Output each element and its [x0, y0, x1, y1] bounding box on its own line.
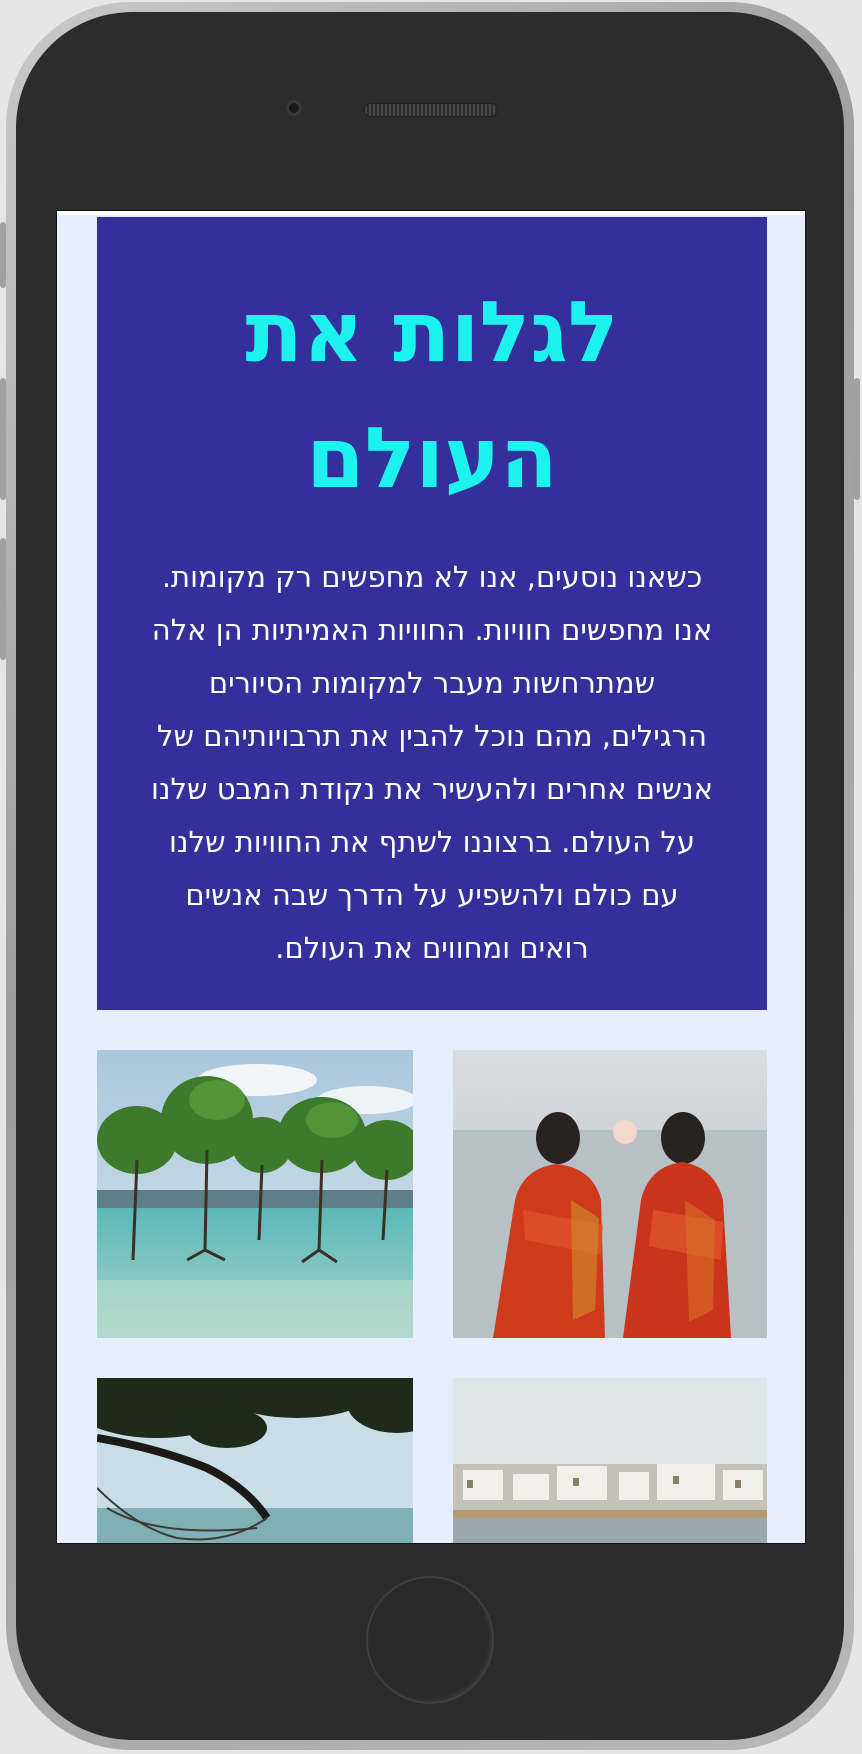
front-camera	[286, 100, 302, 116]
power-button	[854, 378, 860, 500]
photo-women-sunset[interactable]	[453, 1050, 767, 1338]
hero-paragraph-line: כשאנו נוסעים, אנו לא מחפשים רק מקומות.	[161, 560, 703, 594]
photo-lakeside-town[interactable]	[453, 1378, 767, 1543]
hero-paragraph-line: אנו מחפשים חוויות. החוויות האמיתיות הן א…	[151, 613, 713, 647]
hero-paragraph: כשאנו נוסעים, אנו לא מחפשים רק מקומות. א…	[133, 551, 731, 975]
hero-title-line-1: לגלות את	[245, 283, 619, 381]
hero-paragraph-line: רואים ומחווים את העולם.	[275, 931, 589, 965]
hero-paragraph-line: הרגילים, מהם נוכל להבין את תרבויותיהם של	[157, 719, 707, 753]
hero-section: לגלות את העולם כשאנו נוסעים, אנו לא מחפש…	[97, 217, 767, 1010]
hero-paragraph-line: אנשים אחרים ולהעשיר את נקודת המבט שלנו	[150, 772, 714, 806]
silent-switch	[0, 222, 6, 288]
volume-up-button	[0, 378, 6, 500]
hero-title: לגלות את העולם	[97, 269, 767, 521]
home-button[interactable]	[366, 1576, 494, 1704]
hero-paragraph-line: עם כולם ולהשפיע על הדרך שבה אנשים	[185, 878, 679, 912]
hero-title-line-2: העולם	[306, 409, 558, 507]
photo-mangroves[interactable]	[97, 1050, 413, 1338]
volume-down-button	[0, 538, 6, 660]
earpiece-speaker	[365, 104, 497, 116]
hero-paragraph-line: שמתרחשות מעבר למקומות הסיורים	[208, 666, 656, 700]
top-bar	[57, 211, 805, 215]
photo-beach-hammock[interactable]	[97, 1378, 413, 1543]
hero-paragraph-line: על העולם. ברצוננו לשתף את החוויות שלנו	[168, 825, 696, 859]
phone-screen: לגלות את העולם כשאנו נוסעים, אנו לא מחפש…	[56, 210, 806, 1544]
